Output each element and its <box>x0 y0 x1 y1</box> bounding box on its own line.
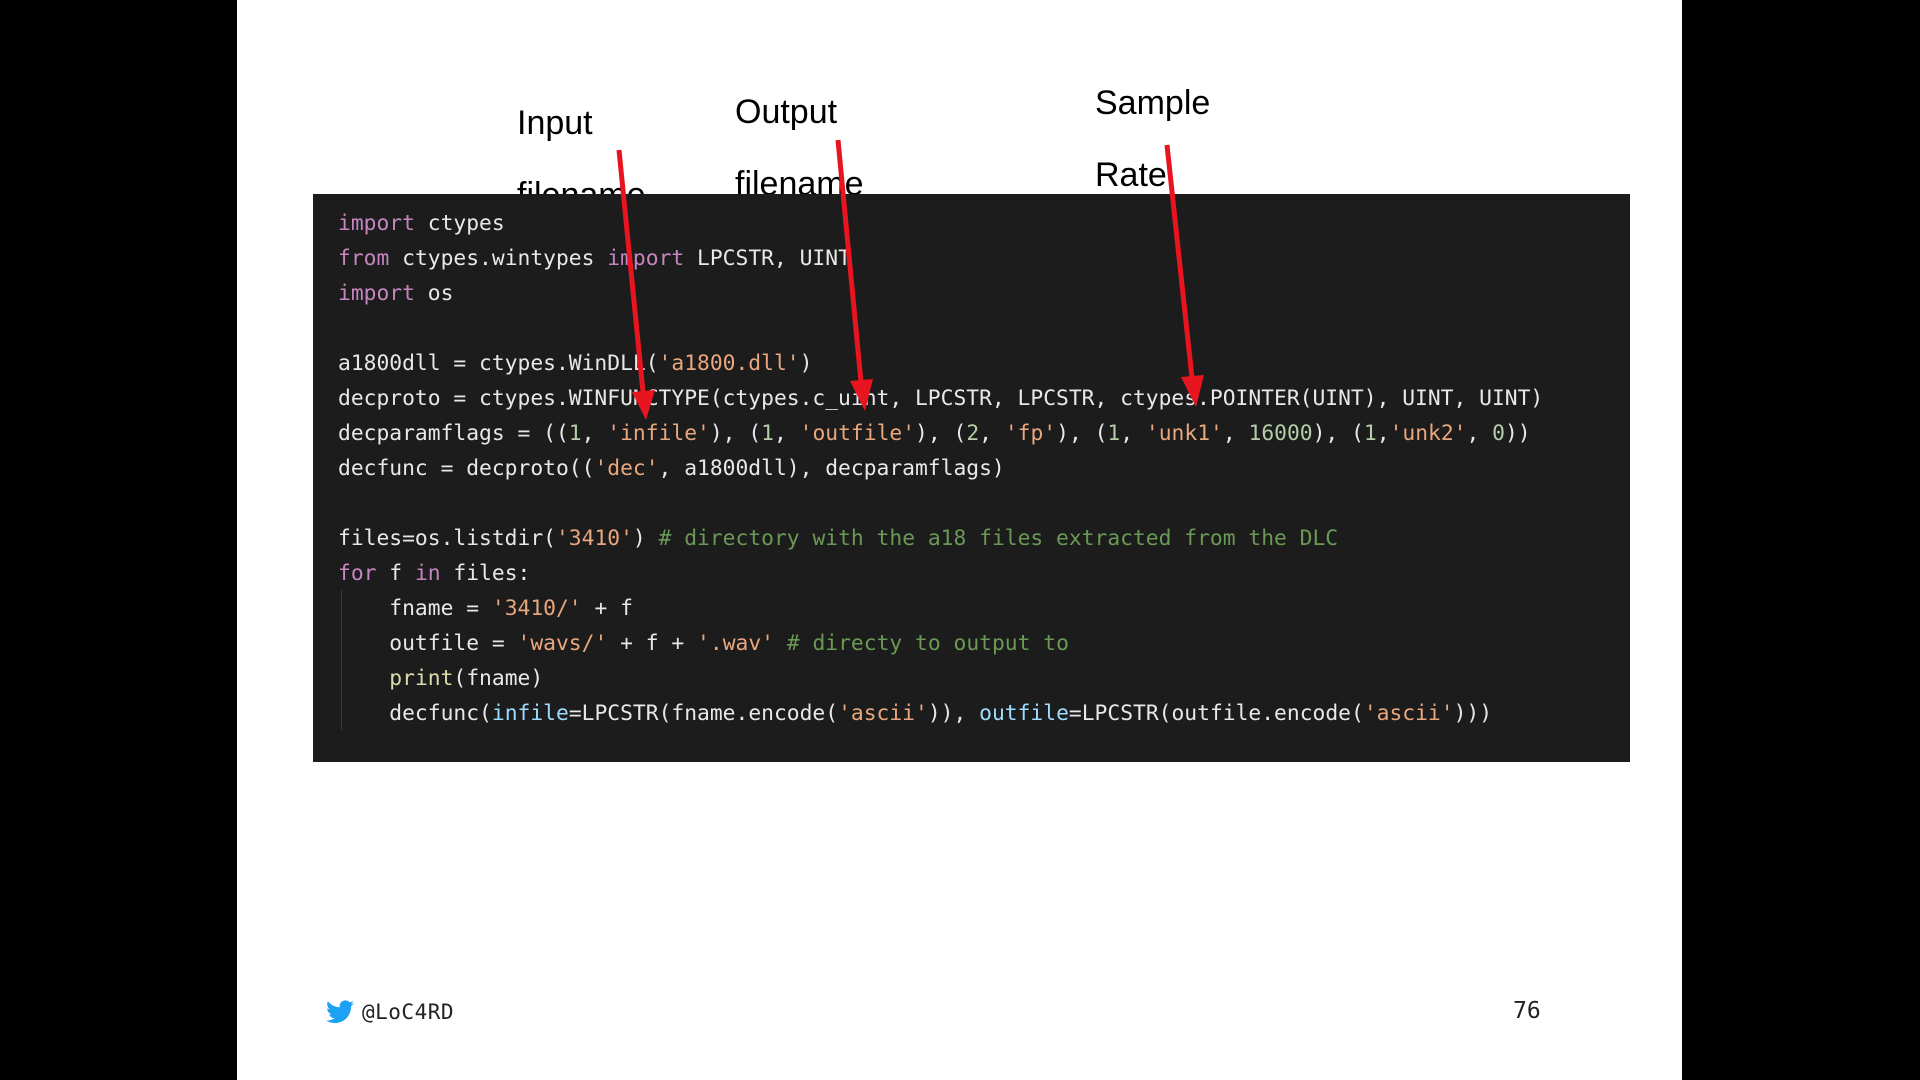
code-token: decfunc( <box>338 701 492 726</box>
code-token: outfile <box>979 701 1069 726</box>
code-token: + f + <box>607 631 698 656</box>
code-token: 1 <box>568 421 582 446</box>
code-line: a1800dll = ctypes.WinDLL('a1800.dll') <box>338 346 1543 381</box>
code-line: import os <box>338 276 1543 311</box>
label-line: Sample <box>1095 84 1211 122</box>
code-token: decparamflags = (( <box>338 421 569 446</box>
code-token: import <box>607 246 685 271</box>
code-token: , <box>1222 421 1249 446</box>
code-token: + f <box>581 596 633 621</box>
code-line: print(fname) <box>338 661 1543 696</box>
code-block: import ctypes from ctypes.wintypes import… <box>338 206 1543 731</box>
code-token: ), ( <box>1056 421 1108 446</box>
code-line: from ctypes.wintypes import LPCSTR, UINT <box>338 241 1543 276</box>
code-line: for f in files: <box>338 556 1543 591</box>
code-token: , <box>773 421 800 446</box>
code-token: )), <box>927 701 980 726</box>
code-token: =LPCSTR(outfile.encode( <box>1068 701 1364 726</box>
code-token: ), ( <box>709 421 762 446</box>
code-token: 1 <box>1363 421 1377 446</box>
code-token: 'dec' <box>594 456 659 481</box>
code-token: 16000 <box>1248 421 1313 446</box>
code-token: outfile = <box>338 631 518 656</box>
code-token: 'infile' <box>607 421 710 446</box>
code-token: ctypes <box>414 211 505 236</box>
code-token: in <box>414 561 441 586</box>
code-token: a1800dll = ctypes.WinDLL( <box>338 351 659 376</box>
code-token: ) <box>799 351 813 376</box>
page-number: 76 <box>1513 998 1541 1024</box>
code-token: , <box>1376 421 1390 446</box>
code-token: os <box>414 281 454 306</box>
code-token: =LPCSTR(fname.encode( <box>568 701 839 726</box>
code-token: '3410' <box>555 526 633 551</box>
code-token: 1 <box>1107 421 1121 446</box>
code-token: print <box>389 666 454 691</box>
code-token: ctypes.wintypes <box>389 246 608 271</box>
code-token: files=os.listdir( <box>338 526 556 551</box>
code-token: ))) <box>1453 701 1493 726</box>
code-token: # directory with the a18 files extracted… <box>658 526 1339 551</box>
twitter-bird-icon <box>326 1000 354 1024</box>
code-token: 'wavs/' <box>517 631 608 656</box>
code-token: LPCSTR, UINT <box>684 246 851 271</box>
code-line: import ctypes <box>338 206 1543 241</box>
code-line: decproto = ctypes.WINFUNCTYPE(ctypes.c_u… <box>338 381 1543 416</box>
code-token: fname = <box>338 596 492 621</box>
code-token: '3410/' <box>491 596 582 621</box>
label-line: Input <box>517 104 593 142</box>
code-token: 'ascii' <box>1363 701 1454 726</box>
code-screenshot: import ctypes from ctypes.wintypes import… <box>313 194 1630 762</box>
code-token: from <box>338 246 390 271</box>
code-token: 'ascii' <box>838 701 928 726</box>
code-line: outfile = 'wavs/' + f + '.wav' # directy… <box>338 626 1543 661</box>
code-token: 'a1800.dll' <box>658 351 800 376</box>
label-line: Output <box>735 93 838 131</box>
code-token: f <box>376 561 415 586</box>
code-token: for <box>338 561 377 586</box>
code-token: files: <box>440 561 531 586</box>
code-token: import <box>338 281 415 306</box>
code-token: 2 <box>966 421 980 446</box>
code-token: import <box>338 211 415 236</box>
code-token: , <box>1466 421 1493 446</box>
code-token: ), ( <box>915 421 967 446</box>
code-token: , <box>1120 421 1146 446</box>
indent-guide <box>341 590 342 730</box>
code-token: , <box>979 421 1005 446</box>
code-token: ) <box>632 526 659 551</box>
code-token: ), ( <box>1312 421 1364 446</box>
code-token: decproto = ctypes.WINFUNCTYPE(ctypes.c_u… <box>338 386 1544 411</box>
code-token: , a1800dll), decparamflags) <box>658 456 1005 481</box>
code-token: , <box>581 421 608 446</box>
code-line: decfunc = decproto(('dec', a1800dll), de… <box>338 451 1543 486</box>
code-token: '.wav' <box>697 631 774 656</box>
code-line: files=os.listdir('3410') # directory wit… <box>338 521 1543 556</box>
footer-handle: @LoC4RD <box>326 1000 454 1024</box>
code-token: 'fp' <box>1004 421 1057 446</box>
code-token: 0 <box>1492 421 1505 446</box>
code-token: (fname) <box>453 666 544 691</box>
code-token: infile <box>491 701 569 726</box>
code-token: )) <box>1504 421 1531 446</box>
code-line: decparamflags = ((1, 'infile'), (1, 'out… <box>338 416 1543 451</box>
code-token: # directy to output to <box>786 631 1069 656</box>
code-token: decfunc = decproto(( <box>338 456 595 481</box>
code-token: 'unk1' <box>1145 421 1223 446</box>
label-line: Rate <box>1095 156 1167 194</box>
code-token: 1 <box>761 421 774 446</box>
code-line: fname = '3410/' + f <box>338 591 1543 626</box>
twitter-handle: @LoC4RD <box>362 1000 455 1024</box>
code-line: decfunc(infile=LPCSTR(fname.encode('asci… <box>338 696 1543 731</box>
code-token: 'unk2' <box>1389 421 1467 446</box>
code-token: 'outfile' <box>799 421 916 446</box>
